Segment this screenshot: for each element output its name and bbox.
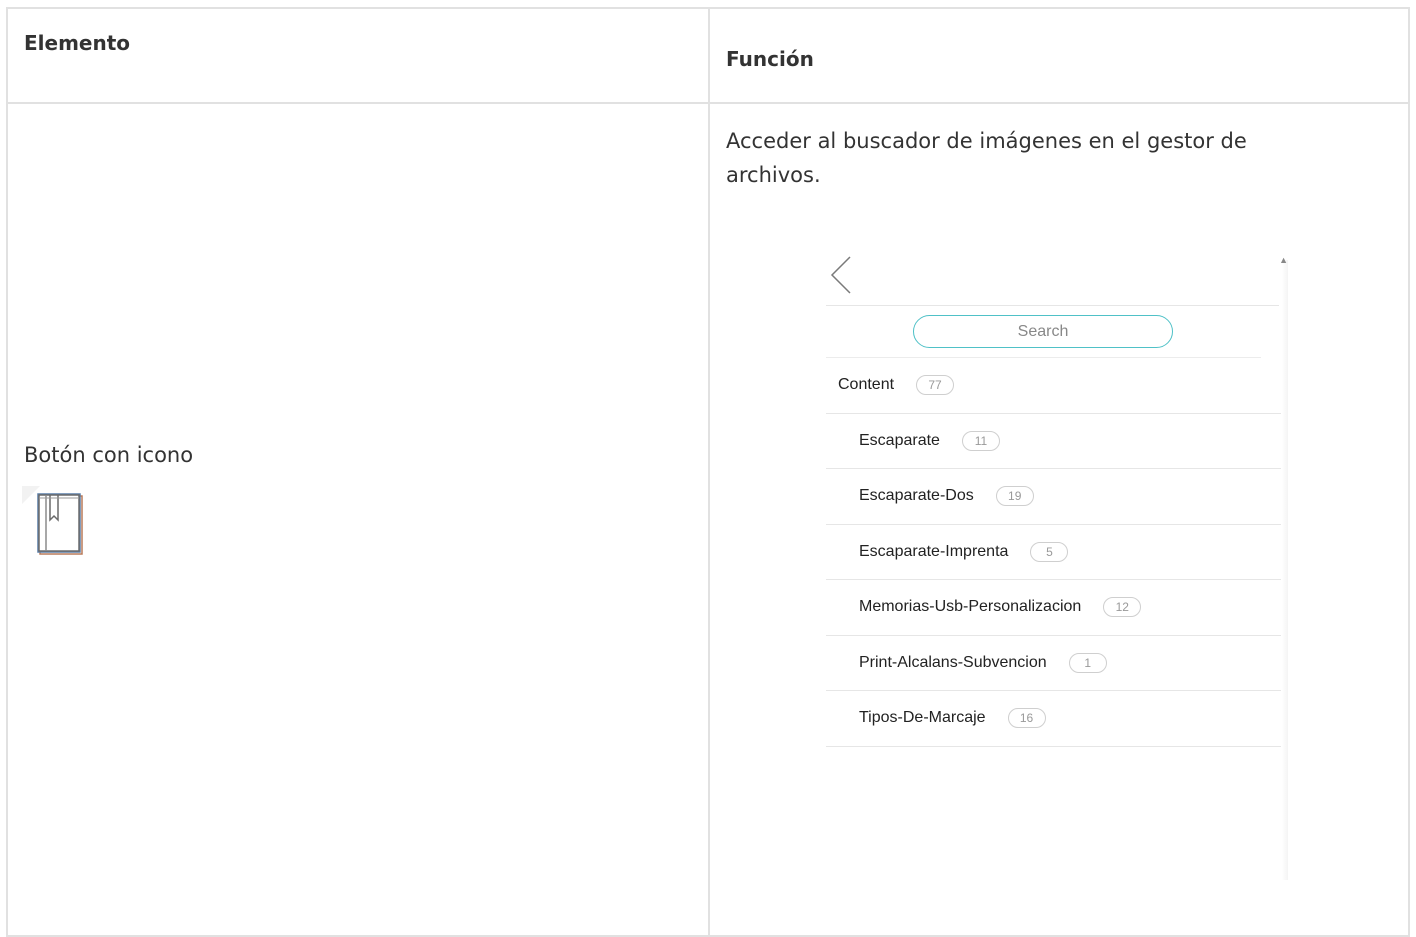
bookmark-book-icon[interactable] [22,486,86,558]
search-input[interactable] [913,315,1173,348]
scrollbar[interactable] [1282,260,1288,880]
folder-name: Memorias-Usb-Personalizacion [859,598,1082,616]
folder-list: Content 77 Escaparate 11 Escaparate-Dos 19 Esc… [826,358,1281,747]
scroll-up-icon[interactable]: ▲ [1279,255,1288,265]
header-elemento: Elemento [24,31,131,55]
folder-item[interactable]: Memorias-Usb-Personalizacion 12 [826,580,1281,636]
folder-count-badge: 1 [1068,652,1107,673]
folder-count-badge: 19 [995,486,1034,507]
folder-item[interactable]: Escaparate-Dos 19 [826,469,1281,525]
funcion-description: Acceder al buscador de imágenes en el ge… [726,129,1247,187]
elemento-label: Botón con icono [24,443,194,467]
folder-item[interactable]: Escaparate-Imprenta 5 [826,525,1281,580]
folder-item[interactable]: Tipos-De-Marcaje 16 [826,691,1281,747]
divider [826,305,1279,306]
folder-name: Escaparate-Dos [859,487,974,505]
file-manager-screenshot: ▲ Content77Escaparate11Escaparate-Dos19E… [818,240,1288,880]
folder-count-badge: 16 [1007,708,1046,729]
folder-item[interactable]: Escaparate 11 [826,414,1281,469]
folder-name: Print-Alcalans-Subvencion [859,653,1047,671]
folder-name: Content [838,376,895,394]
chevron-left-icon[interactable] [828,255,856,295]
header-funcion: Función [726,47,814,71]
folder-item[interactable]: Print-Alcalans-Subvencion 1 [826,636,1281,691]
folder-count-badge: 11 [961,430,1000,451]
folder-name: Tipos-De-Marcaje [859,709,986,727]
folder-count-badge: 5 [1030,541,1069,562]
folder-name: Escaparate-Imprenta [859,542,1009,560]
column-divider [708,9,710,935]
folder-name: Escaparate [859,431,940,449]
folder-count-badge: 12 [1103,597,1142,618]
folder-count-badge: 77 [916,375,955,396]
folder-item[interactable]: Content 77 [826,358,1281,414]
